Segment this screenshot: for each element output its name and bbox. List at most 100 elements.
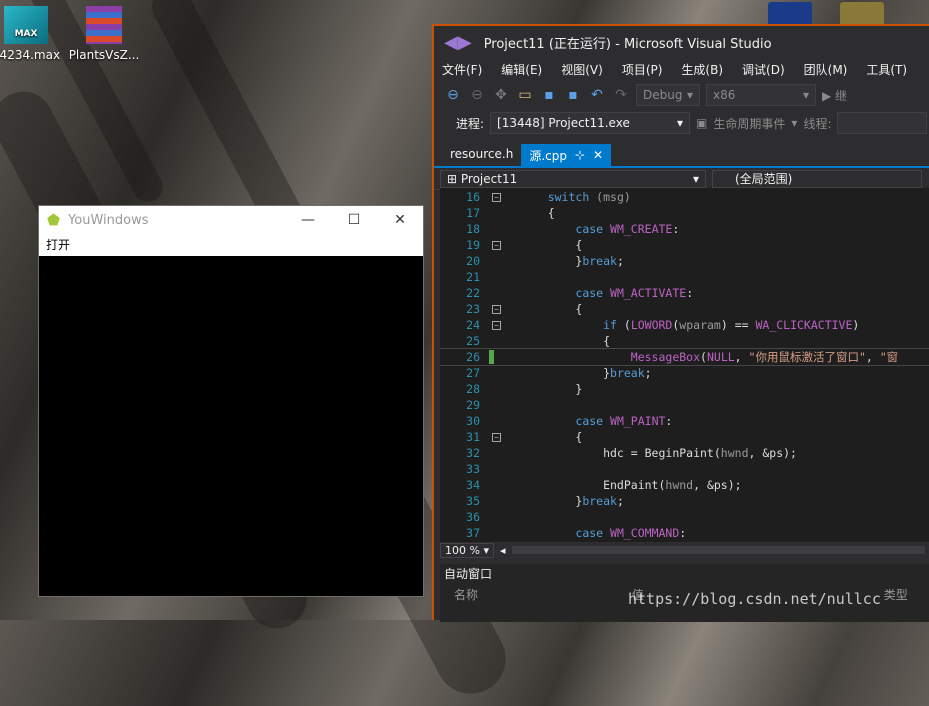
code-line[interactable]: 18 case WM_CREATE: bbox=[440, 221, 929, 237]
3dsmax-icon: MAX bbox=[4, 6, 48, 44]
process-dropdown[interactable]: [13448] Project11.exe ▾ bbox=[490, 112, 691, 134]
gutter bbox=[488, 413, 506, 429]
thread-label: 线程: bbox=[803, 116, 832, 131]
config-dropdown[interactable]: Debug ▾ bbox=[636, 84, 700, 106]
editor-status-bar: 100 % ▾ ◂ bbox=[440, 542, 929, 558]
code-editor[interactable]: 16− switch (msg) 17 {18 case WM_CREATE: 19… bbox=[440, 188, 929, 542]
code-line[interactable]: 23 − { bbox=[440, 301, 929, 317]
gutter bbox=[488, 445, 506, 461]
titlebar[interactable]: ⬟ YouWindows — ☐ ✕ bbox=[39, 206, 423, 234]
fold-toggle-icon[interactable]: − bbox=[492, 241, 501, 250]
vs-menu-item[interactable]: 视图(V) bbox=[561, 61, 603, 78]
project-dropdown[interactable]: ⊞ Project11 ▾ bbox=[440, 169, 706, 188]
new-project-icon[interactable]: ✥ bbox=[492, 87, 510, 103]
vs-menu-item[interactable]: 工具(T) bbox=[866, 61, 907, 78]
code-line[interactable]: 21 bbox=[440, 269, 929, 285]
code-line[interactable]: 34 EndPaint(hwnd, &ps); bbox=[440, 477, 929, 493]
gutter bbox=[488, 333, 506, 349]
gutter bbox=[488, 397, 506, 413]
vs-menu-item[interactable]: 生成(B) bbox=[681, 61, 723, 78]
code-line[interactable]: 36 bbox=[440, 509, 929, 525]
code-text: }break; bbox=[520, 254, 624, 268]
code-line[interactable]: 24 − if (LOWORD(wparam) == WA_CLICKACTIVE… bbox=[440, 317, 929, 333]
code-line[interactable]: 32 hdc = BeginPaint(hwnd, &ps); bbox=[440, 445, 929, 461]
maximize-button[interactable]: ☐ bbox=[331, 212, 377, 228]
undo-icon[interactable]: ↶ bbox=[588, 87, 606, 103]
code-line[interactable]: 33 bbox=[440, 461, 929, 477]
forward-icon[interactable]: ⊖ bbox=[468, 87, 486, 103]
redo-icon[interactable]: ↷ bbox=[612, 87, 630, 103]
platform-dropdown[interactable]: x86 ▾ bbox=[706, 84, 816, 106]
close-tab-icon[interactable]: ✕ bbox=[593, 148, 603, 162]
save-all-icon[interactable]: ▪ bbox=[564, 87, 582, 103]
line-number: 21 bbox=[466, 270, 480, 284]
line-number: 27 bbox=[466, 366, 480, 380]
minimize-button[interactable]: — bbox=[285, 212, 331, 228]
code-line[interactable]: 17 { bbox=[440, 205, 929, 221]
gutter bbox=[488, 349, 506, 365]
code-text: case WM_ACTIVATE: bbox=[575, 286, 694, 300]
line-number: 26 bbox=[466, 350, 480, 364]
gutter bbox=[488, 253, 506, 269]
fold-toggle-icon[interactable]: − bbox=[492, 433, 501, 442]
code-text: case WM_COMMAND: bbox=[575, 526, 687, 540]
vs-titlebar[interactable]: ◀▶ Project11 (正在运行) - Microsoft Visual S… bbox=[434, 26, 929, 58]
code-line[interactable]: 28 } bbox=[440, 381, 929, 397]
window-title: YouWindows bbox=[68, 212, 149, 228]
vs-menu-item[interactable]: 调试(D) bbox=[742, 61, 785, 78]
code-text: }break; bbox=[520, 494, 624, 508]
open-folder-icon[interactable]: ▭ bbox=[516, 87, 534, 103]
code-line[interactable]: 20 }break; bbox=[440, 253, 929, 269]
desktop-icon-max[interactable]: MAX 34234.max bbox=[0, 6, 66, 62]
code-line[interactable]: 26 MessageBox(NULL, "你用鼠标激活了窗口", "窗 bbox=[440, 348, 929, 366]
line-number: 25 bbox=[466, 334, 480, 348]
fold-toggle-icon[interactable]: − bbox=[492, 193, 501, 202]
thread-dropdown[interactable] bbox=[837, 112, 928, 134]
you-windows-window[interactable]: ⬟ YouWindows — ☐ ✕ 打开 bbox=[38, 205, 424, 597]
code-text: { bbox=[520, 238, 583, 252]
code-text: hdc = BeginPaint(hwnd, &ps); bbox=[520, 446, 797, 460]
pin-icon[interactable]: ⊹ bbox=[575, 148, 585, 162]
code-line[interactable]: 35 }break; bbox=[440, 493, 929, 509]
gutter: − bbox=[488, 189, 506, 205]
tab-resource-h[interactable]: resource.h bbox=[442, 144, 521, 166]
continue-button[interactable]: ▶ 继 bbox=[822, 87, 847, 104]
scroll-left-icon[interactable]: ◂ bbox=[500, 544, 506, 557]
vs-menu-item[interactable]: 团队(M) bbox=[804, 61, 848, 78]
fold-toggle-icon[interactable]: − bbox=[492, 305, 501, 314]
gutter bbox=[488, 269, 506, 285]
desktop-icon-label: PlantsVsZ... bbox=[68, 48, 140, 62]
code-line[interactable]: 22 case WM_ACTIVATE: bbox=[440, 285, 929, 301]
lifecycle-events[interactable]: 生命周期事件 bbox=[713, 115, 785, 132]
back-icon[interactable]: ⊖ bbox=[444, 87, 462, 103]
code-line[interactable]: 29 bbox=[440, 397, 929, 413]
code-line[interactable]: 30 case WM_PAINT: bbox=[440, 413, 929, 429]
close-button[interactable]: ✕ bbox=[377, 212, 423, 228]
fold-toggle-icon[interactable]: − bbox=[492, 321, 501, 330]
vs-menu-item[interactable]: 项目(P) bbox=[622, 61, 663, 78]
save-icon[interactable]: ▪ bbox=[540, 87, 558, 103]
gutter: − bbox=[488, 429, 506, 445]
code-line[interactable]: 37 case WM_COMMAND: bbox=[440, 525, 929, 541]
gutter bbox=[488, 477, 506, 493]
code-line[interactable]: 31 − { bbox=[440, 429, 929, 445]
line-number: 20 bbox=[466, 254, 480, 268]
line-number: 24 bbox=[466, 318, 480, 332]
code-line[interactable]: 25 { bbox=[440, 333, 929, 349]
menu-open[interactable]: 打开 bbox=[46, 238, 70, 252]
gutter bbox=[488, 365, 506, 381]
tab-source-cpp[interactable]: 源.cpp ⊹ ✕ bbox=[521, 144, 612, 166]
horizontal-scrollbar[interactable] bbox=[511, 546, 925, 554]
code-line[interactable]: 16 − switch (msg) bbox=[440, 189, 929, 205]
gutter bbox=[488, 221, 506, 237]
visual-studio-window[interactable]: ◀▶ Project11 (正在运行) - Microsoft Visual S… bbox=[432, 24, 929, 622]
zoom-dropdown[interactable]: 100 % ▾ bbox=[440, 542, 494, 558]
vs-menu-item[interactable]: 文件(F) bbox=[442, 61, 482, 78]
desktop-icon-plants[interactable]: PlantsVsZ... bbox=[64, 6, 144, 62]
vs-menu-item[interactable]: 编辑(E) bbox=[501, 61, 542, 78]
project-icon: ⊞ bbox=[447, 171, 458, 186]
code-line[interactable]: 27 }break; bbox=[440, 365, 929, 381]
code-line[interactable]: 19 − { bbox=[440, 237, 929, 253]
scope-dropdown[interactable]: (全局范围) bbox=[712, 169, 922, 188]
